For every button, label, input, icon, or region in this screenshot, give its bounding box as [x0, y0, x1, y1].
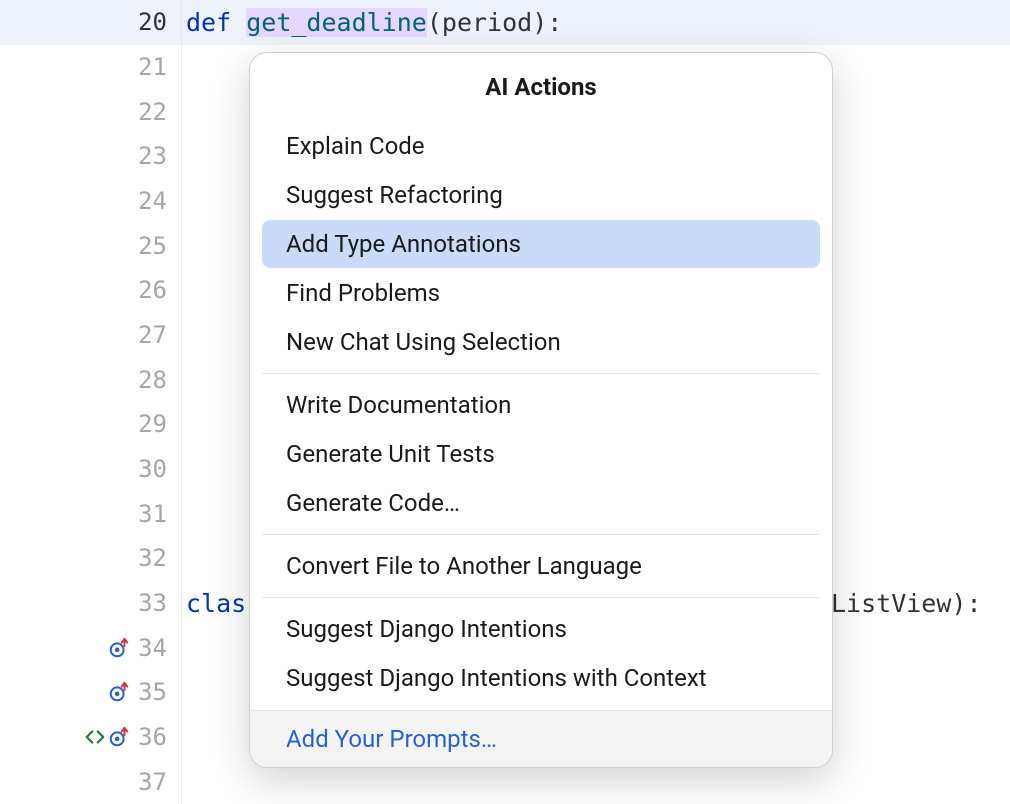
menu-item-explain-code[interactable]: Explain Code: [262, 122, 820, 170]
line-number: 29: [138, 410, 167, 438]
gutter-line-32[interactable]: 32: [0, 536, 181, 581]
line-number: 32: [138, 544, 167, 572]
line-number: 20: [138, 8, 167, 36]
gutter-line-22[interactable]: 22: [0, 89, 181, 134]
gutter-line-28[interactable]: 28: [0, 357, 181, 402]
gutter-line-27[interactable]: 27: [0, 313, 181, 358]
menu-divider: [262, 534, 820, 535]
param-name: period: [442, 8, 532, 37]
override-up-icon[interactable]: [108, 637, 130, 659]
line-number: 31: [138, 500, 167, 528]
menu-item-suggest-refactoring[interactable]: Suggest Refactoring: [262, 171, 820, 219]
popup-footer: Add Your Prompts…: [250, 710, 832, 767]
line-number: 28: [138, 366, 167, 394]
menu-item-generate-unit-tests[interactable]: Generate Unit Tests: [262, 430, 820, 478]
line-number: 26: [138, 276, 167, 304]
gutter-line-37[interactable]: 37: [0, 759, 181, 804]
line-number: 25: [138, 232, 167, 260]
gutter-line-35[interactable]: 35: [0, 670, 181, 715]
line-number: 24: [138, 187, 167, 215]
menu-item-new-chat-using-selection[interactable]: New Chat Using Selection: [262, 318, 820, 366]
function-name: get_deadline: [246, 8, 427, 37]
gutter-line-29[interactable]: 29: [0, 402, 181, 447]
menu-item-suggest-django-intentions-with-context[interactable]: Suggest Django Intentions with Context: [262, 654, 820, 702]
line-number: 37: [138, 768, 167, 796]
code-line-20[interactable]: def get_deadline(period):: [182, 0, 1010, 45]
code-navigate-icon[interactable]: [84, 726, 106, 748]
menu-item-suggest-django-intentions[interactable]: Suggest Django Intentions: [262, 605, 820, 653]
gutter-line-25[interactable]: 25: [0, 223, 181, 268]
gutter-line-23[interactable]: 23: [0, 134, 181, 179]
override-up-icon[interactable]: [108, 681, 130, 703]
colon: :: [547, 8, 562, 37]
menu-item-convert-file-to-another-language[interactable]: Convert File to Another Language: [262, 542, 820, 590]
line-number: 22: [138, 98, 167, 126]
gutter-line-26[interactable]: 26: [0, 268, 181, 313]
line-number: 36: [138, 723, 167, 751]
menu-divider: [262, 597, 820, 598]
line-number: 34: [138, 634, 167, 662]
line-number: 23: [138, 142, 167, 170]
visible-listview: ListView):: [831, 589, 982, 618]
line-number: 33: [138, 589, 167, 617]
gutter-line-24[interactable]: 24: [0, 179, 181, 224]
gutter-line-31[interactable]: 31: [0, 491, 181, 536]
gutter-line-34[interactable]: 34: [0, 625, 181, 670]
menu-item-find-problems[interactable]: Find Problems: [262, 269, 820, 317]
paren-open: (: [427, 8, 442, 37]
menu-divider: [262, 373, 820, 374]
menu-item-write-documentation[interactable]: Write Documentation: [262, 381, 820, 429]
override-up-icon[interactable]: [108, 726, 130, 748]
gutter-icons-36: [84, 726, 130, 748]
gutter-icons-34: [108, 637, 130, 659]
gutter-line-36[interactable]: 36: [0, 715, 181, 760]
gutter-line-30[interactable]: 30: [0, 447, 181, 492]
menu-body: Explain CodeSuggest RefactoringAdd Type …: [250, 121, 832, 703]
popup-title: AI Actions: [250, 53, 832, 121]
line-number: 35: [138, 678, 167, 706]
keyword-def: def: [186, 8, 246, 37]
gutter-line-21[interactable]: 21: [0, 45, 181, 90]
line-number: 27: [138, 321, 167, 349]
gutter: 20 21 22 23 24 25 26 27 28 29 30 31 32 33 34 35 36 37: [0, 0, 182, 804]
gutter-line-20[interactable]: 20: [0, 0, 181, 45]
keyword-class: clas: [186, 589, 246, 618]
menu-item-add-type-annotations[interactable]: Add Type Annotations: [262, 220, 820, 268]
ai-actions-popup: AI Actions Explain CodeSuggest Refactori…: [249, 52, 833, 768]
gutter-icons-35: [108, 681, 130, 703]
menu-item-generate-code[interactable]: Generate Code…: [262, 479, 820, 527]
add-prompts-link[interactable]: Add Your Prompts…: [286, 725, 497, 753]
paren-close: ): [532, 8, 547, 37]
gutter-line-33[interactable]: 33: [0, 581, 181, 626]
line-number: 30: [138, 455, 167, 483]
line-number: 21: [138, 53, 167, 81]
